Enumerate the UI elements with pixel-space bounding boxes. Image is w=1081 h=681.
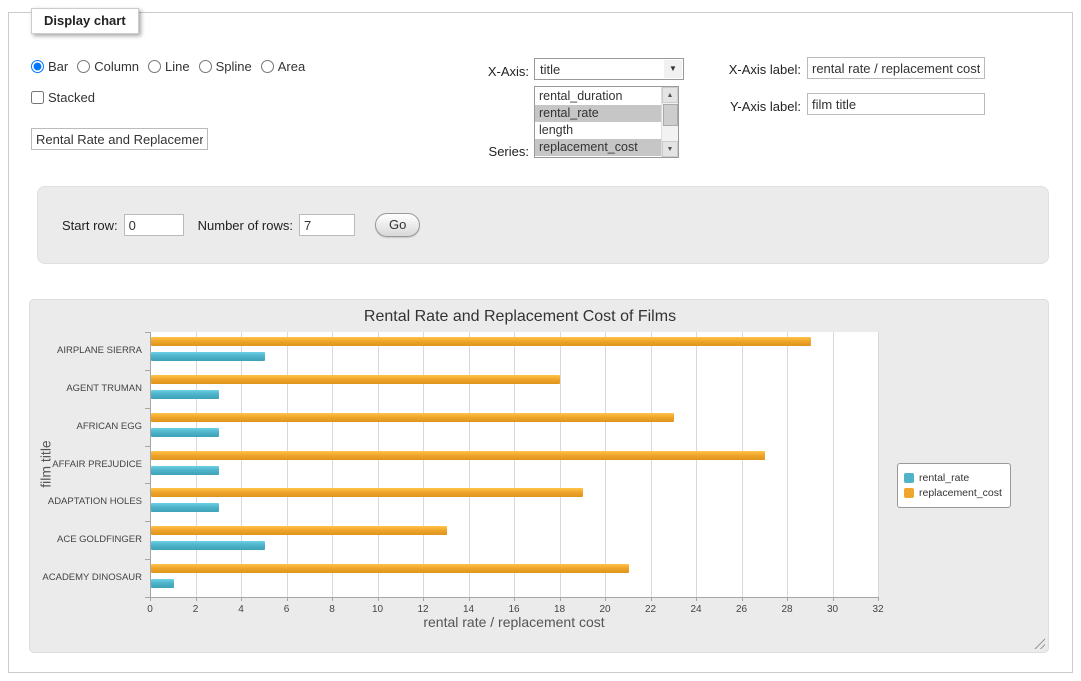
bar-rental_rate[interactable]: [151, 428, 219, 437]
replacement-cost-swatch-icon: [904, 488, 914, 498]
chart-gridline: [878, 332, 879, 597]
chart-x-axis-title: rental rate / replacement cost: [150, 614, 878, 630]
chart-gridline: [560, 332, 561, 597]
spline-radio[interactable]: [199, 60, 212, 73]
chart-gridline: [196, 332, 197, 597]
area-radio[interactable]: [261, 60, 274, 73]
series-options: rental_duration rental_rate length repla…: [535, 88, 661, 157]
series-listbox[interactable]: rental_duration rental_rate length repla…: [534, 86, 679, 158]
bar-radio-label: Bar: [48, 59, 68, 74]
go-button[interactable]: Go: [375, 213, 420, 237]
area-radio-label: Area: [278, 59, 305, 74]
series-option-length[interactable]: length: [535, 122, 661, 139]
y-axis-label-caption: Y-Axis label:: [681, 99, 801, 114]
bar-replacement_cost[interactable]: [151, 413, 674, 422]
start-row-input[interactable]: [124, 214, 184, 236]
x-axis-select-value: title: [540, 62, 560, 77]
dropdown-arrow-icon: ▼: [664, 60, 682, 78]
stacked-checkbox[interactable]: [31, 91, 44, 104]
bar-replacement_cost[interactable]: [151, 564, 629, 573]
bar-replacement_cost[interactable]: [151, 337, 811, 346]
chart-gridline: [651, 332, 652, 597]
chart-title-input[interactable]: [31, 128, 208, 150]
bar-rental_rate[interactable]: [151, 466, 219, 475]
chart-type-option-bar[interactable]: Bar: [31, 59, 68, 74]
display-chart-panel: Display chart Bar Column Line Spline Are…: [8, 12, 1073, 673]
bar-rental_rate[interactable]: [151, 352, 265, 361]
bar-replacement_cost[interactable]: [151, 451, 765, 460]
chart-type-option-spline[interactable]: Spline: [199, 59, 252, 74]
column-radio[interactable]: [77, 60, 90, 73]
chart-gridline: [241, 332, 242, 597]
chart-gridline: [742, 332, 743, 597]
line-radio-label: Line: [165, 59, 190, 74]
line-radio[interactable]: [148, 60, 161, 73]
chart-gridline: [696, 332, 697, 597]
chart-gridline: [287, 332, 288, 597]
row-range-panel: Start row: Number of rows: Go: [37, 186, 1049, 264]
listbox-scrollbar[interactable]: ▲ ▼: [661, 87, 678, 157]
legend-label-replacement-cost: replacement_cost: [919, 487, 1002, 499]
x-axis-label-caption: X-Axis label:: [681, 62, 801, 77]
chart-gridline: [469, 332, 470, 597]
x-axis-label-input[interactable]: [807, 57, 985, 79]
bar-rental_rate[interactable]: [151, 390, 219, 399]
stacked-label: Stacked: [48, 90, 95, 105]
chart-type-radio-group: Bar Column Line Spline Area: [31, 59, 314, 74]
scroll-down-icon[interactable]: ▼: [662, 141, 678, 157]
series-option-rental-duration[interactable]: rental_duration: [535, 88, 661, 105]
num-rows-label: Number of rows:: [198, 218, 293, 233]
x-axis-line: [150, 597, 878, 598]
stacked-option[interactable]: Stacked: [31, 90, 95, 105]
chart-gridline: [787, 332, 788, 597]
chart-gridline: [514, 332, 515, 597]
bar-rental_rate[interactable]: [151, 541, 265, 550]
x-tick-mark: [878, 597, 879, 601]
y-axis-line: [150, 332, 151, 598]
chart-container: Rental Rate and Replacement Cost of Film…: [29, 299, 1049, 653]
series-option-rental-rate[interactable]: rental_rate: [535, 105, 661, 122]
panel-title: Display chart: [31, 8, 139, 34]
rental-rate-swatch-icon: [904, 473, 914, 483]
column-radio-label: Column: [94, 59, 139, 74]
bar-replacement_cost[interactable]: [151, 375, 560, 384]
chart-gridline: [423, 332, 424, 597]
chart-gridline: [833, 332, 834, 597]
chart-gridline: [378, 332, 379, 597]
num-rows-input[interactable]: [299, 214, 355, 236]
chart-gridline: [332, 332, 333, 597]
scrollbar-thumb[interactable]: [663, 104, 678, 126]
chart-legend: rental_rate replacement_cost: [897, 463, 1011, 508]
legend-item-rental-rate[interactable]: rental_rate: [904, 472, 1002, 484]
series-listbox-label: Series:: [429, 144, 529, 159]
series-option-replacement-cost[interactable]: replacement_cost: [535, 139, 661, 156]
bar-rental_rate[interactable]: [151, 579, 174, 588]
bar-replacement_cost[interactable]: [151, 526, 447, 535]
bar-replacement_cost[interactable]: [151, 488, 583, 497]
chart-canvas: 02468101214161820222426283032AIRPLANE SI…: [30, 300, 1048, 652]
start-row-label: Start row:: [62, 218, 118, 233]
x-axis-select-label: X-Axis:: [429, 64, 529, 79]
legend-label-rental-rate: rental_rate: [919, 472, 969, 484]
chart-type-option-line[interactable]: Line: [148, 59, 190, 74]
chart-gridline: [605, 332, 606, 597]
legend-item-replacement-cost[interactable]: replacement_cost: [904, 487, 1002, 499]
y-axis-label-input[interactable]: [807, 93, 985, 115]
spline-radio-label: Spline: [216, 59, 252, 74]
chart-type-option-column[interactable]: Column: [77, 59, 139, 74]
bar-radio[interactable]: [31, 60, 44, 73]
scroll-up-icon[interactable]: ▲: [662, 87, 678, 103]
chart-y-axis-title: film title: [38, 332, 54, 597]
chart-type-option-area[interactable]: Area: [261, 59, 305, 74]
x-axis-select[interactable]: title ▼: [534, 58, 684, 80]
bar-rental_rate[interactable]: [151, 503, 219, 512]
